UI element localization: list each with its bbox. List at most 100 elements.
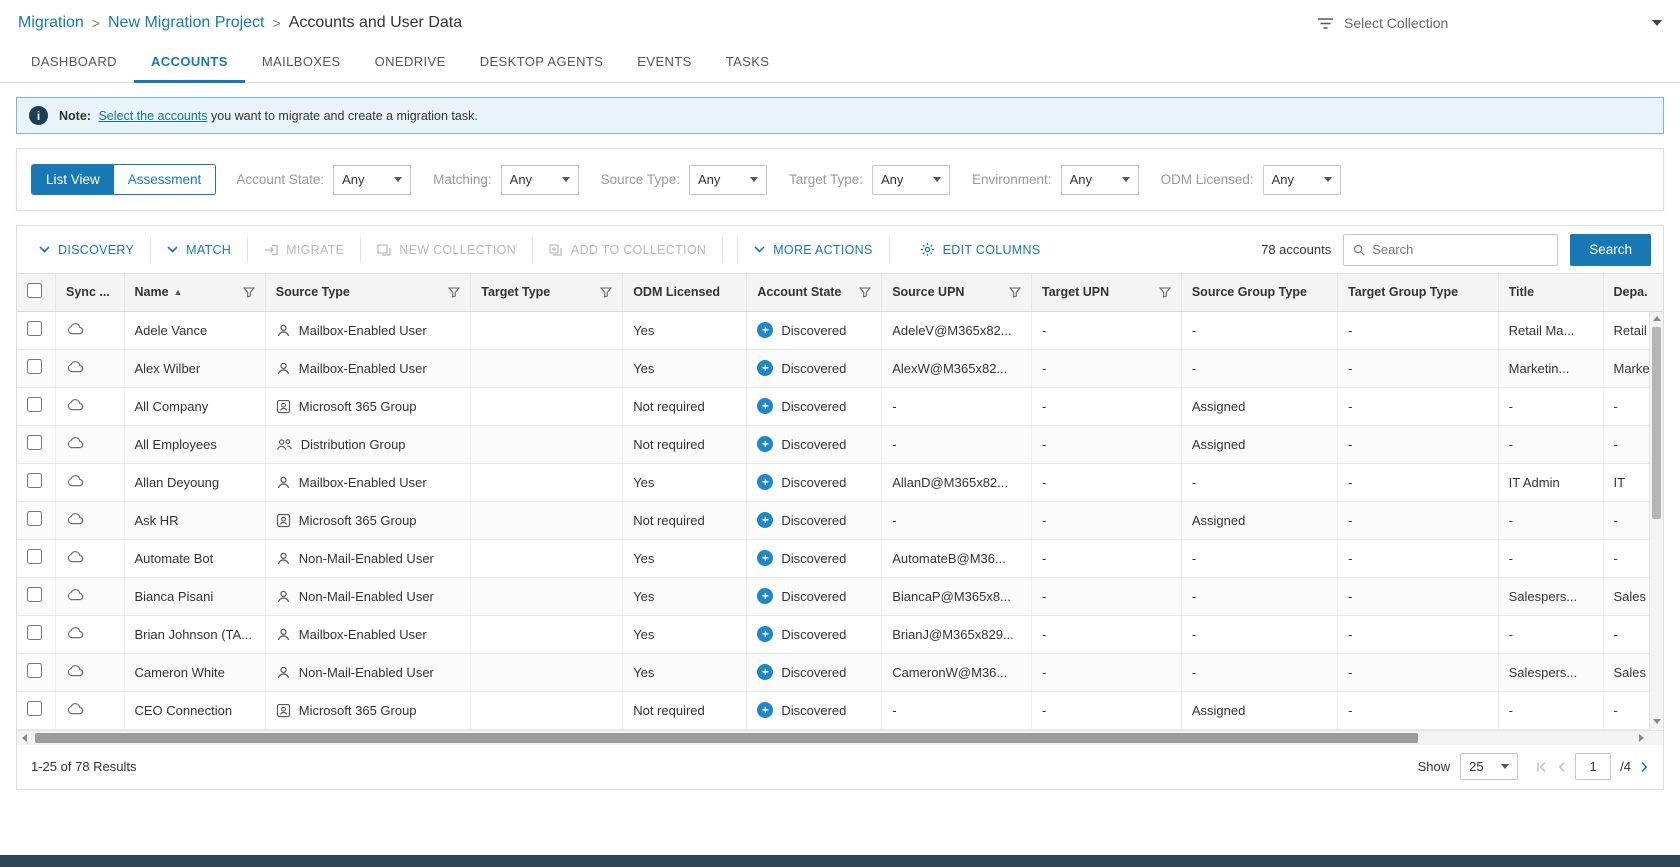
account-state-cell: +Discovered — [747, 691, 882, 729]
row-checkbox[interactable] — [27, 625, 42, 640]
column-header-source-group-type[interactable]: Source Group Type — [1181, 274, 1337, 311]
target-group-type-cell: - — [1338, 387, 1499, 425]
tab-events[interactable]: EVENTS — [620, 44, 708, 83]
column-header-name[interactable]: Name▲ — [124, 274, 265, 311]
sync-cell — [56, 463, 124, 501]
filter-funnel-icon[interactable] — [1009, 287, 1021, 298]
row-checkbox[interactable] — [27, 549, 42, 564]
row-checkbox[interactable] — [27, 587, 42, 602]
horizontal-scrollbar[interactable] — [17, 730, 1663, 745]
column-header-depa[interactable]: Depa. — [1603, 274, 1663, 311]
row-checkbox[interactable] — [27, 663, 42, 678]
table-row[interactable]: Ask HR Microsoft 365 Group Not required … — [17, 501, 1663, 539]
row-checkbox[interactable] — [27, 473, 42, 488]
filter-funnel-icon[interactable] — [859, 287, 871, 298]
first-page-button[interactable] — [1536, 761, 1548, 773]
table-row[interactable]: Bianca Pisani Non-Mail-Enabled User Yes … — [17, 577, 1663, 615]
page-input[interactable] — [1575, 753, 1611, 780]
filter-select-source-type[interactable]: Any — [689, 165, 767, 195]
results-text: 1-25 of 78 Results — [31, 759, 137, 774]
column-header-sync[interactable]: Sync ... — [56, 274, 124, 311]
collection-selector[interactable]: Select Collection — [1317, 15, 1662, 31]
row-checkbox[interactable] — [27, 359, 42, 374]
match-button[interactable]: MATCH — [151, 237, 248, 263]
filter-bar-filters: Account State:AnyMatching:AnySource Type… — [236, 165, 1340, 195]
filter-label-matching: Matching: — [433, 172, 492, 187]
tab-mailboxes[interactable]: MAILBOXES — [245, 44, 358, 83]
list-view-button[interactable]: List View — [32, 165, 114, 194]
column-header-account-state[interactable]: Account State — [747, 274, 882, 311]
column-header-target-group-type[interactable]: Target Group Type — [1338, 274, 1499, 311]
filter-label-environment: Environment: — [972, 172, 1052, 187]
column-header-target-upn[interactable]: Target UPN — [1032, 274, 1182, 311]
search-button[interactable]: Search — [1570, 234, 1651, 266]
filter-select-odm-licensed[interactable]: Any — [1263, 165, 1341, 195]
row-checkbox[interactable] — [27, 397, 42, 412]
tab-accounts[interactable]: ACCOUNTS — [134, 44, 245, 83]
row-checkbox[interactable] — [27, 511, 42, 526]
previous-page-button[interactable] — [1557, 761, 1566, 773]
page-size-select[interactable]: 25 — [1460, 753, 1518, 780]
table-row[interactable]: Cameron White Non-Mail-Enabled User Yes … — [17, 653, 1663, 691]
scroll-up-arrow[interactable] — [1653, 316, 1661, 321]
accounts-panel: DISCOVERY MATCH MIGRATE NEW COLLECTION A… — [16, 225, 1664, 790]
vertical-scrollbar[interactable] — [1649, 312, 1663, 730]
column-header-title[interactable]: Title — [1498, 274, 1603, 311]
row-select-cell — [17, 615, 56, 653]
table-row[interactable]: Automate Bot Non-Mail-Enabled User Yes +… — [17, 539, 1663, 577]
table-row[interactable]: Brian Johnson (TA... Mailbox-Enabled Use… — [17, 615, 1663, 653]
table-row[interactable]: Adele Vance Mailbox-Enabled User Yes +Di… — [17, 311, 1663, 349]
filter-funnel-icon[interactable] — [1159, 287, 1171, 298]
column-header-source-type[interactable]: Source Type — [265, 274, 470, 311]
column-header-target-type[interactable]: Target Type — [471, 274, 623, 311]
filter-funnel-icon[interactable] — [243, 287, 255, 298]
filter-funnel-icon[interactable] — [600, 287, 612, 298]
discovery-button[interactable]: DISCOVERY — [23, 237, 151, 263]
filter-select-matching[interactable]: Any — [501, 165, 579, 195]
odm-licensed-cell: Not required — [623, 501, 747, 539]
person-icon — [276, 551, 291, 566]
sync-cell — [56, 691, 124, 729]
filter-funnel-icon[interactable] — [448, 287, 460, 298]
filter-select-environment[interactable]: Any — [1061, 165, 1139, 195]
more-actions-button[interactable]: MORE ACTIONS — [737, 237, 889, 263]
row-select-cell — [17, 387, 56, 425]
tab-dashboard[interactable]: DASHBOARD — [14, 44, 134, 83]
horizontal-scroll-thumb[interactable] — [35, 733, 1418, 743]
table-row[interactable]: CEO Connection Microsoft 365 Group Not r… — [17, 691, 1663, 729]
row-select-cell — [17, 311, 56, 349]
table-row[interactable]: All Employees Distribution Group Not req… — [17, 425, 1663, 463]
tab-desktop-agents[interactable]: DESKTOP AGENTS — [463, 44, 621, 83]
table-row[interactable]: Alex Wilber Mailbox-Enabled User Yes +Di… — [17, 349, 1663, 387]
select-accounts-link[interactable]: Select the accounts — [98, 109, 207, 123]
name-cell: Alex Wilber — [124, 349, 265, 387]
filter-select-target-type[interactable]: Any — [872, 165, 950, 195]
new-collection-button[interactable]: NEW COLLECTION — [361, 237, 533, 263]
next-page-button[interactable] — [1640, 761, 1649, 773]
sync-cell — [56, 349, 124, 387]
scroll-right-arrow[interactable] — [1639, 734, 1644, 742]
scroll-left-arrow[interactable] — [22, 734, 27, 742]
migrate-button[interactable]: MIGRATE — [248, 237, 361, 263]
row-checkbox[interactable] — [27, 701, 42, 716]
scroll-down-arrow[interactable] — [1653, 719, 1661, 724]
edit-columns-button[interactable]: EDIT COLUMNS — [904, 237, 1057, 263]
odm-licensed-cell: Yes — [623, 615, 747, 653]
breadcrumb-item-new-migration-project[interactable]: New Migration Project — [108, 14, 265, 32]
column-header-odm-licensed[interactable]: ODM Licensed — [623, 274, 747, 311]
tab-tasks[interactable]: TASKS — [709, 44, 787, 83]
row-checkbox[interactable] — [27, 321, 42, 336]
table-row[interactable]: All Company Microsoft 365 Group Not requ… — [17, 387, 1663, 425]
filter-select-account-state[interactable]: Any — [333, 165, 411, 195]
assessment-button[interactable]: Assessment — [114, 165, 216, 194]
column-header-source-upn[interactable]: Source UPN — [882, 274, 1032, 311]
select-all-checkbox[interactable] — [27, 283, 42, 298]
row-checkbox[interactable] — [27, 435, 42, 450]
target-upn-cell: - — [1032, 577, 1182, 615]
table-row[interactable]: Allan Deyoung Mailbox-Enabled User Yes +… — [17, 463, 1663, 501]
tab-onedrive[interactable]: ONEDRIVE — [358, 44, 463, 83]
add-to-collection-button[interactable]: ADD TO COLLECTION — [533, 237, 723, 263]
vertical-scroll-thumb[interactable] — [1652, 327, 1661, 519]
breadcrumb-item-migration[interactable]: Migration — [18, 14, 84, 32]
search-input[interactable] — [1372, 242, 1548, 257]
